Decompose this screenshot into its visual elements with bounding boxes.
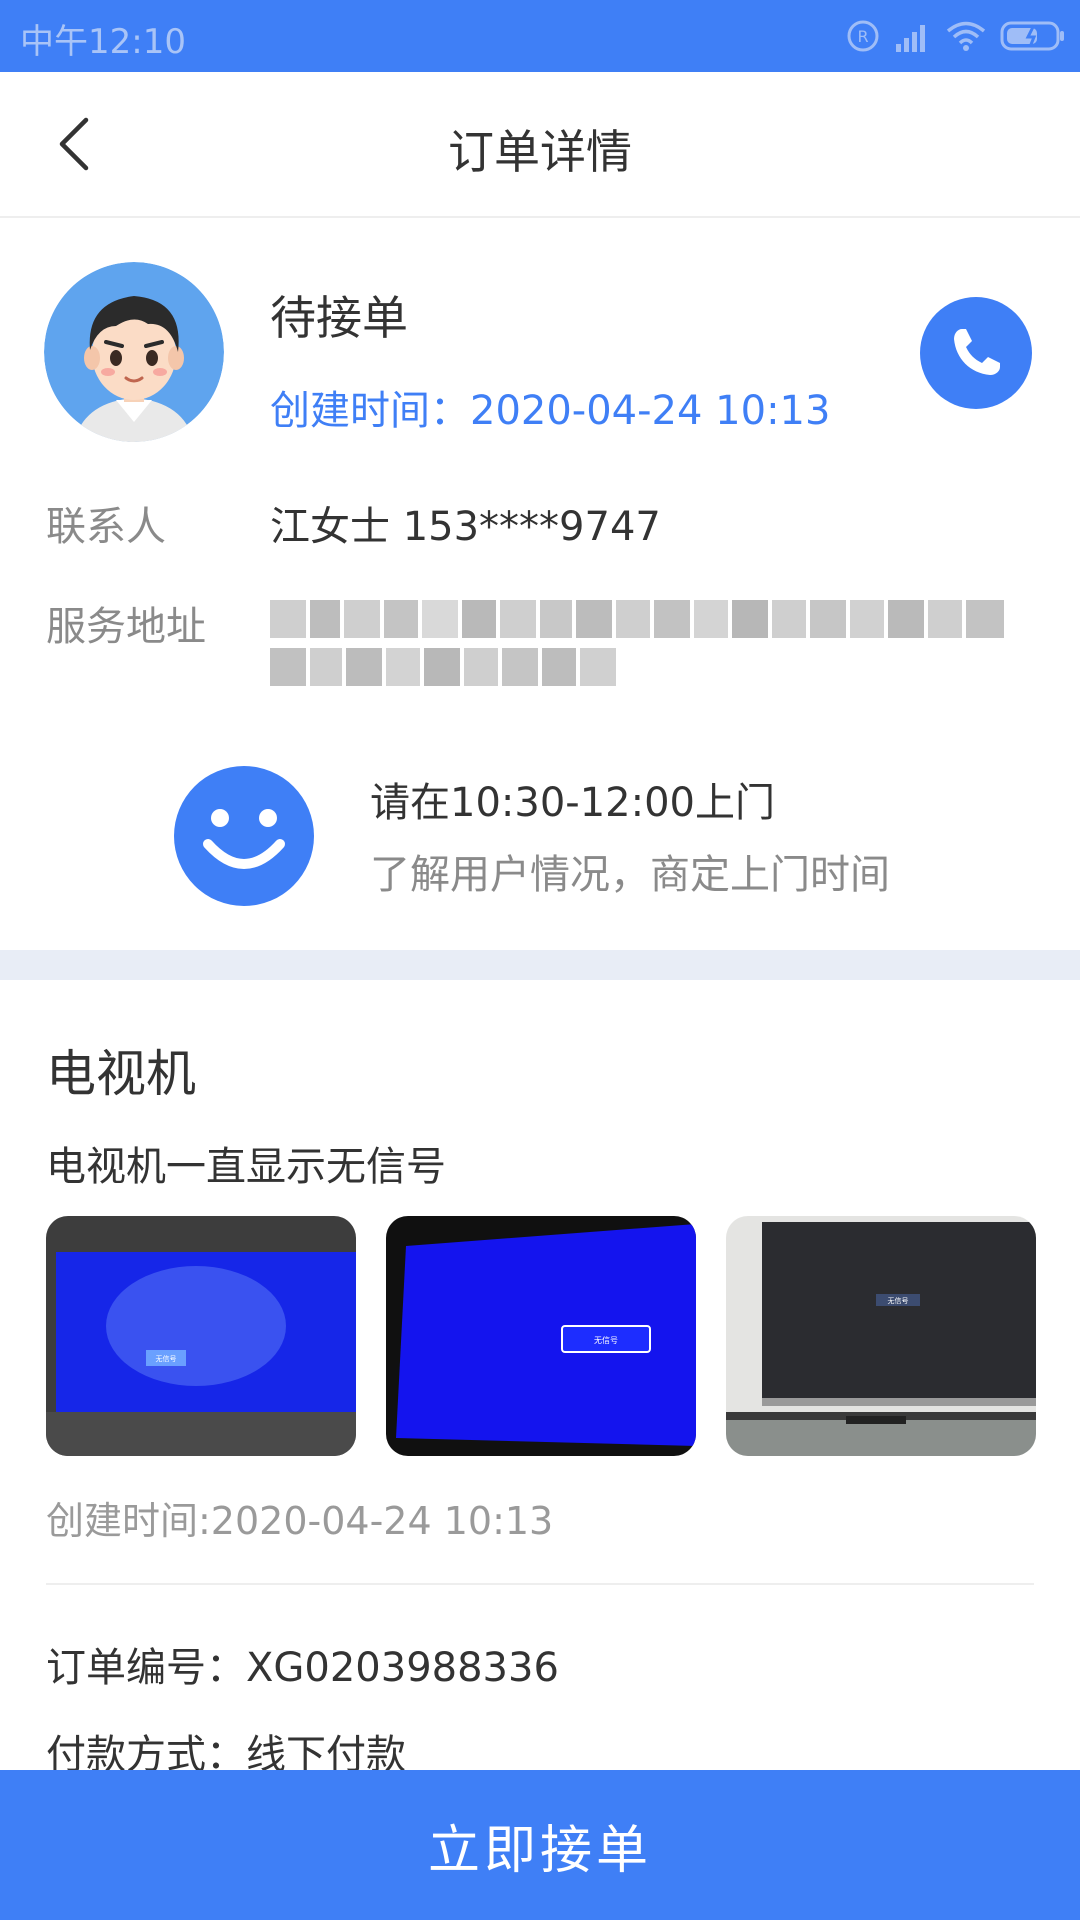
- smile-icon: [174, 766, 314, 906]
- address-blurred-text: [270, 600, 1004, 686]
- device-photo-2[interactable]: 无信号: [386, 1216, 696, 1456]
- divider: [46, 1583, 1034, 1585]
- device-created-time: 创建时间:2020-04-24 10:13: [46, 1499, 554, 1543]
- status-time: 中午12:10: [20, 22, 186, 62]
- device-title: 电视机: [46, 1045, 196, 1103]
- order-created-time: 创建时间：2020-04-24 10:13: [270, 388, 831, 434]
- status-bar: 中午12:10 R: [0, 0, 1080, 72]
- device-photo-3[interactable]: 无信号: [726, 1216, 1036, 1456]
- nav-bar: 订单详情: [0, 72, 1080, 218]
- section-separator: [0, 950, 1080, 980]
- address-label: 服务地址: [46, 604, 206, 650]
- svg-text:R: R: [857, 27, 868, 46]
- visit-time-hint: 了解用户情况，商定上门时间: [370, 852, 890, 898]
- call-button[interactable]: [920, 297, 1032, 409]
- no-signal-label: 无信号: [156, 1354, 177, 1363]
- signal-icon: [896, 25, 925, 52]
- order-number: 订单编号：XG0203988336: [46, 1645, 559, 1691]
- device-description: 电视机一直显示无信号: [46, 1144, 446, 1190]
- device-photo-1[interactable]: 无信号: [46, 1216, 356, 1456]
- no-signal-label: 无信号: [888, 1296, 909, 1305]
- avatar: [44, 262, 224, 442]
- phone-icon: [954, 329, 1000, 375]
- registered-icon: R: [847, 20, 879, 52]
- status-icons: R: [846, 16, 1066, 56]
- contact-label: 联系人: [46, 504, 166, 550]
- order-status: 待接单: [270, 291, 408, 345]
- accept-order-button[interactable]: 立即接单: [0, 1770, 1080, 1920]
- contact-value: 江女士 153****9747: [270, 504, 661, 550]
- page-title: 订单详情: [448, 125, 632, 179]
- wifi-icon: [946, 21, 986, 51]
- visit-time-title: 请在10:30-12:00上门: [370, 780, 775, 826]
- no-signal-label: 无信号: [594, 1335, 618, 1345]
- battery-icon: [1000, 21, 1064, 51]
